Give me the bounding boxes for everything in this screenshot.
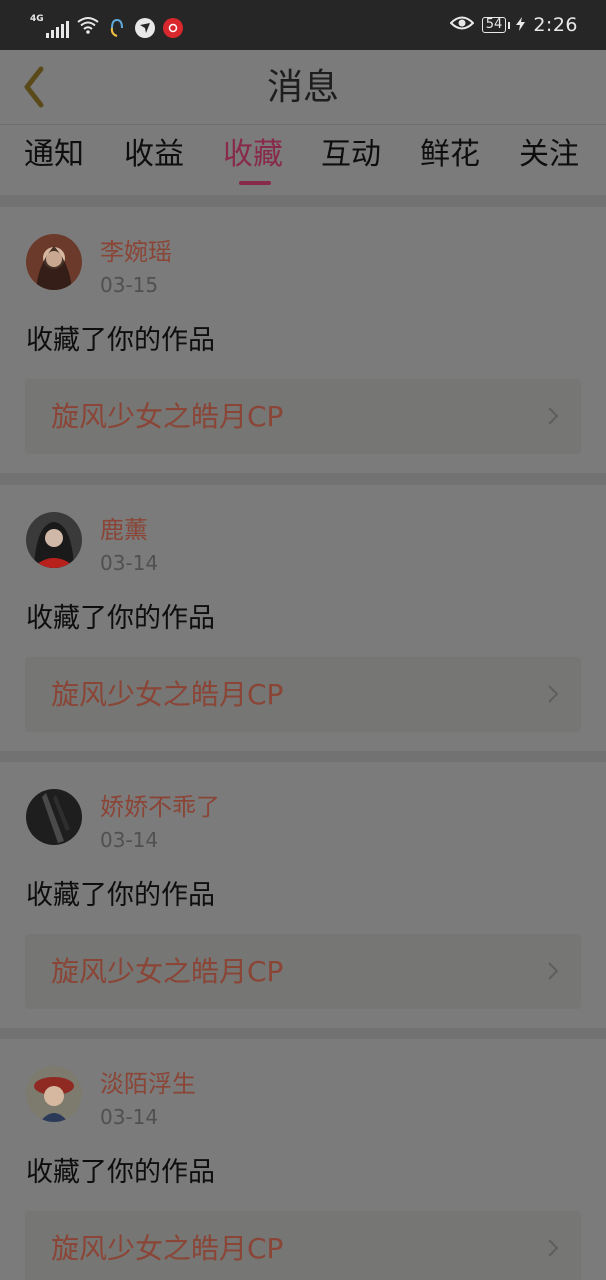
tab-earnings[interactable]: 收益 [124,135,184,175]
message-card: 娇娇不乖了 03-14 收藏了你的作品 旋风少女之皓月CP [0,762,606,1028]
work-link[interactable]: 旋风少女之皓月CP [25,1211,581,1280]
message-date: 03-14 [100,1105,159,1129]
eye-icon [449,15,475,35]
netease-music-icon [162,18,183,38]
status-right-icons: 54 2:26 [449,12,578,38]
action-text: 收藏了你的作品 [26,325,215,356]
divider [0,473,606,485]
work-title: 旋风少女之皓月CP [51,400,284,433]
page-title: 消息 [266,67,339,108]
wifi-icon [77,16,99,38]
action-text: 收藏了你的作品 [26,880,215,911]
tab-favorites[interactable]: 收藏 [223,135,283,175]
active-tab-indicator [239,181,271,185]
chevron-right-icon [548,407,559,425]
username[interactable]: 娇娇不乖了 [100,792,220,822]
avatar[interactable] [26,1066,82,1122]
message-date: 03-14 [100,551,159,575]
avatar[interactable] [26,234,82,290]
message-date: 03-15 [100,273,159,297]
bird-app-icon [134,18,155,38]
tab-notifications[interactable]: 通知 [24,135,84,175]
username[interactable]: 李婉瑶 [100,237,172,267]
status-bar: 4G 54 2:26 [0,0,606,50]
avatar[interactable] [26,512,82,568]
network-type: 4G [30,14,44,24]
tab-following[interactable]: 关注 [519,135,579,175]
divider [0,1028,606,1039]
work-link[interactable]: 旋风少女之皓月CP [25,379,581,454]
charging-bolt-icon [516,16,526,35]
action-text: 收藏了你的作品 [26,603,215,634]
action-text: 收藏了你的作品 [26,1157,215,1188]
chevron-right-icon [548,1239,559,1257]
work-link[interactable]: 旋风少女之皓月CP [25,657,581,732]
work-title: 旋风少女之皓月CP [51,1232,284,1265]
divider [0,195,606,207]
navigation-header: 消息 [0,50,606,125]
chevron-right-icon [548,685,559,703]
username[interactable]: 淡陌浮生 [100,1069,196,1099]
divider [0,751,606,762]
tab-bar: 通知 收益 收藏 互动 鲜花 关注 [0,125,606,195]
work-title: 旋风少女之皓月CP [51,678,284,711]
message-card: 李婉瑶 03-15 收藏了你的作品 旋风少女之皓月CP [0,207,606,473]
message-card: 淡陌浮生 03-14 收藏了你的作品 旋风少女之皓月CP [0,1039,606,1280]
message-card: 鹿薰 03-14 收藏了你的作品 旋风少女之皓月CP [0,485,606,751]
status-left-icons: 4G [30,12,183,38]
status-time: 2:26 [533,14,578,36]
username[interactable]: 鹿薰 [100,515,148,545]
headset-app-icon [107,18,127,38]
work-link[interactable]: 旋风少女之皓月CP [25,934,581,1009]
chevron-right-icon [548,962,559,980]
tab-flowers[interactable]: 鲜花 [420,135,480,175]
tab-interactions[interactable]: 互动 [321,135,381,175]
message-date: 03-14 [100,828,159,852]
work-title: 旋风少女之皓月CP [51,955,284,988]
signal-icon [45,20,69,38]
avatar[interactable] [26,789,82,845]
battery-indicator: 54 [481,17,510,33]
